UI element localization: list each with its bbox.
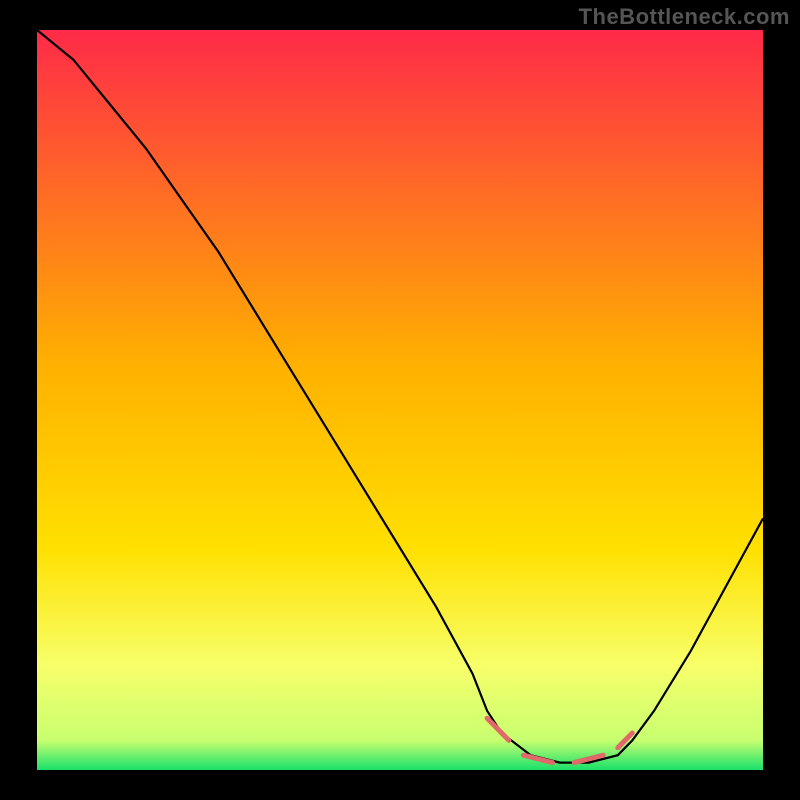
- watermark-text: TheBottleneck.com: [579, 4, 790, 30]
- plot-background: [37, 30, 763, 770]
- chart-svg: [0, 0, 800, 800]
- chart-stage: TheBottleneck.com: [0, 0, 800, 800]
